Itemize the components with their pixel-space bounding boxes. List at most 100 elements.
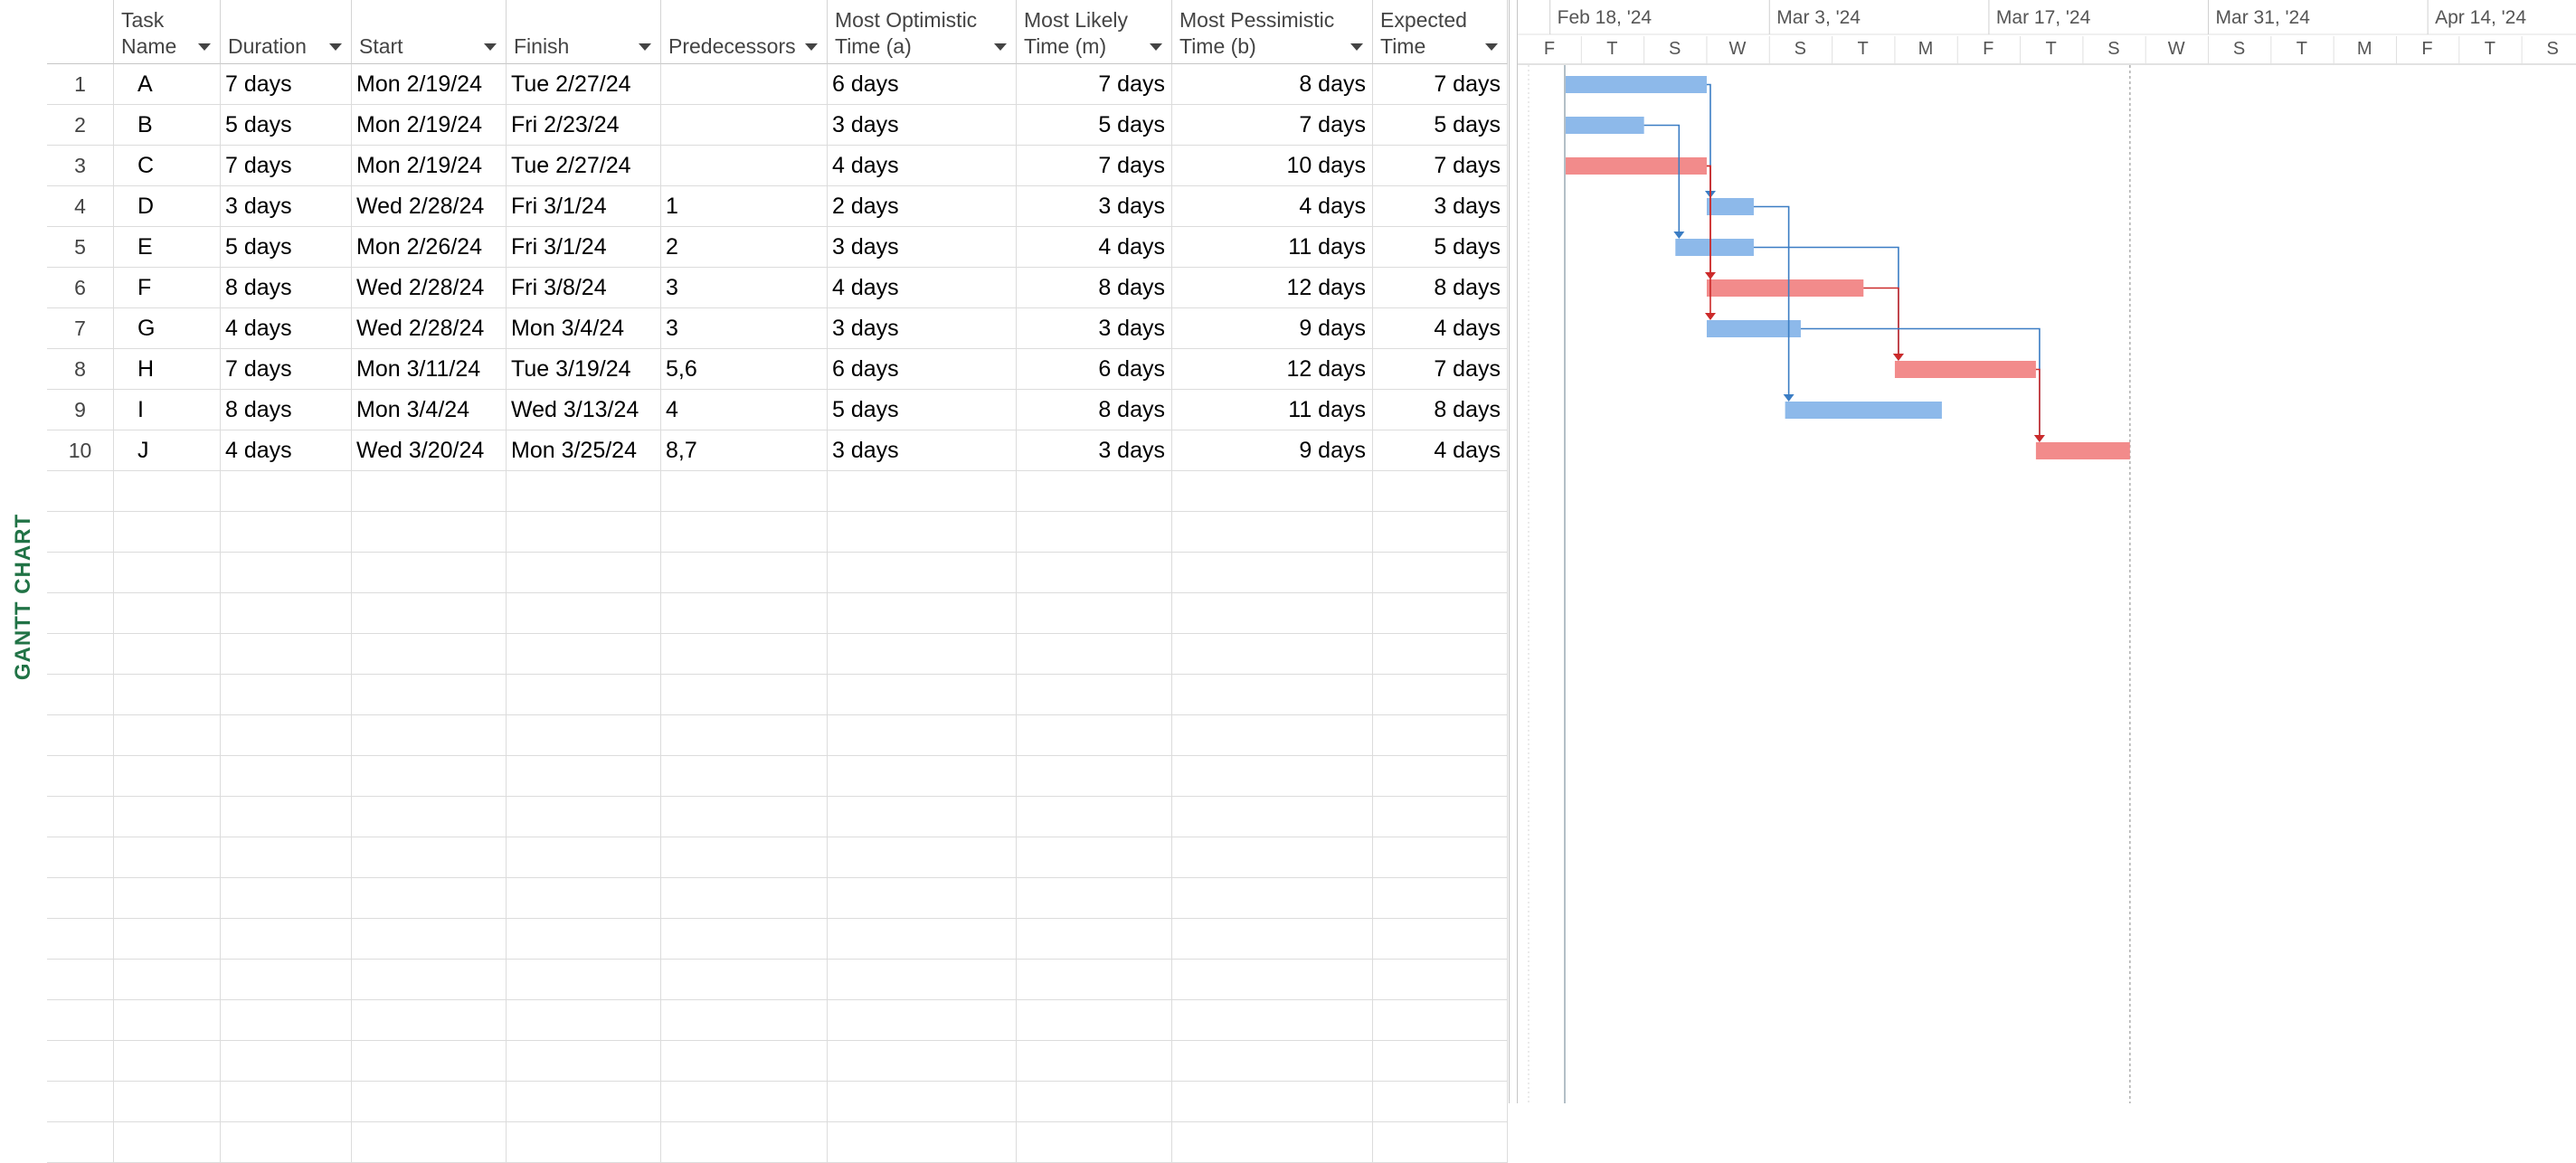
cell-likely[interactable] xyxy=(1017,512,1172,553)
cell-pred[interactable] xyxy=(661,105,828,146)
cell-exp[interactable] xyxy=(1373,675,1508,715)
cell-likely[interactable]: 8 days xyxy=(1017,268,1172,308)
cell-name[interactable] xyxy=(114,1082,221,1122)
cell-exp[interactable] xyxy=(1373,1041,1508,1082)
cell-duration[interactable] xyxy=(221,1041,352,1082)
cell-name[interactable] xyxy=(114,634,221,675)
cell-pess[interactable] xyxy=(1172,512,1373,553)
cell-pess[interactable] xyxy=(1172,837,1373,878)
cell-finish[interactable] xyxy=(507,715,661,756)
column-header-pess[interactable]: Most Pessimistic Time (b) xyxy=(1172,0,1373,64)
cell-opt[interactable]: 2 days xyxy=(828,186,1017,227)
cell-start[interactable] xyxy=(352,919,507,960)
empty-row[interactable] xyxy=(47,960,1508,1000)
cell-exp[interactable] xyxy=(1373,715,1508,756)
cell-opt[interactable] xyxy=(828,1082,1017,1122)
cell-start[interactable] xyxy=(352,471,507,512)
cell-pred[interactable] xyxy=(661,715,828,756)
cell-opt[interactable] xyxy=(828,471,1017,512)
cell-exp[interactable] xyxy=(1373,878,1508,919)
task-sheet[interactable]: Task Name Duration Start Finish Predecessors… xyxy=(47,0,1512,1163)
cell-pred[interactable] xyxy=(661,146,828,186)
cell-likely[interactable]: 5 days xyxy=(1017,105,1172,146)
empty-row[interactable] xyxy=(47,512,1508,553)
cell-duration[interactable]: 5 days xyxy=(221,105,352,146)
cell-exp[interactable]: 4 days xyxy=(1373,308,1508,349)
cell-opt[interactable] xyxy=(828,715,1017,756)
empty-row[interactable] xyxy=(47,878,1508,919)
chevron-down-icon[interactable] xyxy=(1150,43,1162,51)
cell-duration[interactable] xyxy=(221,878,352,919)
cell-opt[interactable]: 4 days xyxy=(828,268,1017,308)
cell-pess[interactable]: 7 days xyxy=(1172,105,1373,146)
cell-duration[interactable] xyxy=(221,837,352,878)
cell-start[interactable] xyxy=(352,715,507,756)
cell-finish[interactable]: Fri 2/23/24 xyxy=(507,105,661,146)
cell-duration[interactable]: 5 days xyxy=(221,227,352,268)
cell-pess[interactable] xyxy=(1172,1041,1373,1082)
cell-pred[interactable] xyxy=(661,1122,828,1163)
cell-duration[interactable] xyxy=(221,960,352,1000)
cell-finish[interactable] xyxy=(507,1000,661,1041)
cell-name[interactable] xyxy=(114,960,221,1000)
cell-opt[interactable] xyxy=(828,797,1017,837)
cell-pess[interactable] xyxy=(1172,797,1373,837)
cell-likely[interactable] xyxy=(1017,1082,1172,1122)
cell-likely[interactable] xyxy=(1017,960,1172,1000)
cell-finish[interactable] xyxy=(507,1122,661,1163)
empty-row[interactable] xyxy=(47,634,1508,675)
cell-pred[interactable] xyxy=(661,512,828,553)
cell-start[interactable] xyxy=(352,960,507,1000)
cell-opt[interactable] xyxy=(828,634,1017,675)
cell-duration[interactable]: 7 days xyxy=(221,349,352,390)
cell-exp[interactable] xyxy=(1373,1082,1508,1122)
empty-row[interactable] xyxy=(47,1082,1508,1122)
cell-start[interactable] xyxy=(352,837,507,878)
cell-duration[interactable] xyxy=(221,797,352,837)
cell-exp[interactable]: 3 days xyxy=(1373,186,1508,227)
cell-opt[interactable]: 3 days xyxy=(828,430,1017,471)
cell-duration[interactable] xyxy=(221,593,352,634)
cell-opt[interactable] xyxy=(828,837,1017,878)
cell-finish[interactable]: Wed 3/13/24 xyxy=(507,390,661,430)
cell-opt[interactable] xyxy=(828,553,1017,593)
cell-exp[interactable] xyxy=(1373,471,1508,512)
cell-start[interactable]: Mon 2/26/24 xyxy=(352,227,507,268)
cell-exp[interactable]: 7 days xyxy=(1373,146,1508,186)
chevron-down-icon[interactable] xyxy=(639,43,651,51)
view-side-bar[interactable]: GANTT CHART xyxy=(0,0,47,1103)
cell-exp[interactable]: 7 days xyxy=(1373,64,1508,105)
cell-finish[interactable] xyxy=(507,1082,661,1122)
cell-duration[interactable] xyxy=(221,634,352,675)
cell-pred[interactable] xyxy=(661,471,828,512)
empty-row[interactable] xyxy=(47,1041,1508,1082)
cell-pess[interactable] xyxy=(1172,593,1373,634)
table-row[interactable]: 3C7 days Mon 2/19/24 Tue 2/27/24 4 days 7 da… xyxy=(47,146,1508,186)
cell-pred[interactable]: 3 xyxy=(661,268,828,308)
cell-duration[interactable] xyxy=(221,1122,352,1163)
cell-duration[interactable]: 4 days xyxy=(221,308,352,349)
cell-exp[interactable] xyxy=(1373,919,1508,960)
column-header-likely[interactable]: Most Likely Time (m) xyxy=(1017,0,1172,64)
cell-name[interactable]: C xyxy=(114,146,221,186)
cell-start[interactable] xyxy=(352,512,507,553)
cell-finish[interactable]: Tue 2/27/24 xyxy=(507,146,661,186)
column-header-exp[interactable]: Expected Time xyxy=(1373,0,1508,64)
cell-start[interactable] xyxy=(352,1000,507,1041)
cell-finish[interactable] xyxy=(507,512,661,553)
cell-likely[interactable]: 7 days xyxy=(1017,146,1172,186)
empty-row[interactable] xyxy=(47,715,1508,756)
cell-duration[interactable] xyxy=(221,512,352,553)
cell-pred[interactable]: 1 xyxy=(661,186,828,227)
cell-opt[interactable] xyxy=(828,878,1017,919)
cell-pess[interactable]: 11 days xyxy=(1172,390,1373,430)
cell-pess[interactable] xyxy=(1172,471,1373,512)
cell-duration[interactable] xyxy=(221,919,352,960)
cell-name[interactable] xyxy=(114,593,221,634)
cell-finish[interactable] xyxy=(507,756,661,797)
cell-opt[interactable]: 3 days xyxy=(828,227,1017,268)
cell-likely[interactable] xyxy=(1017,878,1172,919)
table-row[interactable]: 2B5 days Mon 2/19/24 Fri 2/23/24 3 days 5 da… xyxy=(47,105,1508,146)
cell-opt[interactable] xyxy=(828,1122,1017,1163)
cell-duration[interactable] xyxy=(221,1082,352,1122)
